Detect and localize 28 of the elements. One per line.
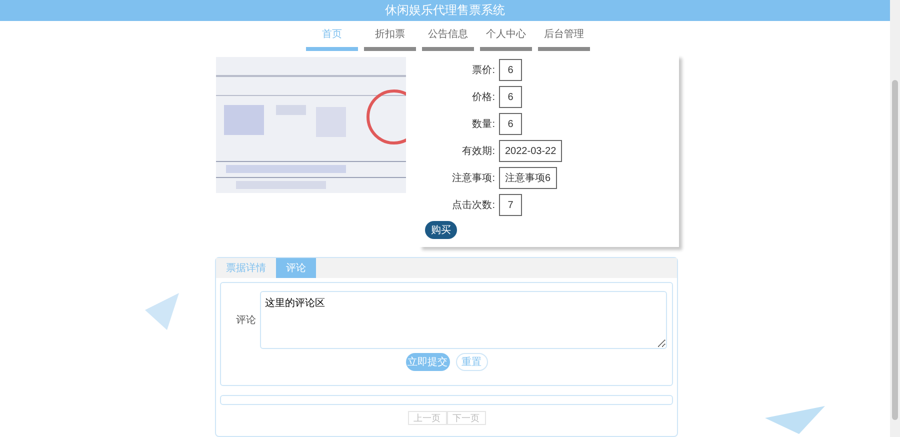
nav-tab[interactable]: 公告信息 xyxy=(422,23,474,51)
field-value: 6 xyxy=(499,86,522,108)
field-value: 6 xyxy=(499,113,522,135)
field-value: 6 xyxy=(499,59,522,81)
scrollbar[interactable] xyxy=(890,0,900,437)
nav-tab[interactable]: 首页 xyxy=(306,23,358,51)
reset-button[interactable]: 重置 xyxy=(456,353,488,371)
nav-tab[interactable]: 折扣票 xyxy=(364,23,416,51)
field-label: 注意事项: xyxy=(451,172,495,186)
field-label: 价格: xyxy=(471,90,495,104)
field-value: 7 xyxy=(499,194,522,216)
nav-tab[interactable]: 个人中心 xyxy=(480,23,532,51)
triangle-decoration xyxy=(145,293,179,330)
triangle-decoration xyxy=(765,406,825,434)
submit-button[interactable]: 立即提交 xyxy=(406,353,450,371)
comment-field[interactable]: 这里的评论区 xyxy=(260,291,667,349)
field-label: 有效期: xyxy=(461,144,495,158)
comment-label: 评论 xyxy=(235,314,256,328)
field-value: 2022-03-22 xyxy=(499,140,562,162)
tab[interactable]: 评论 xyxy=(276,258,316,278)
field-label: 数量: xyxy=(471,118,495,132)
nav-tab[interactable]: 后台管理 xyxy=(538,23,590,51)
site-title: 休闲娱乐代理售票系统 xyxy=(385,2,505,20)
field-label: 票价: xyxy=(471,64,495,78)
buy-button[interactable]: 购买 xyxy=(425,221,457,239)
field-label: 点击次数: xyxy=(451,198,495,212)
field-value: 注意事项6 xyxy=(499,167,557,189)
tab[interactable]: 票据详情 xyxy=(216,258,276,278)
